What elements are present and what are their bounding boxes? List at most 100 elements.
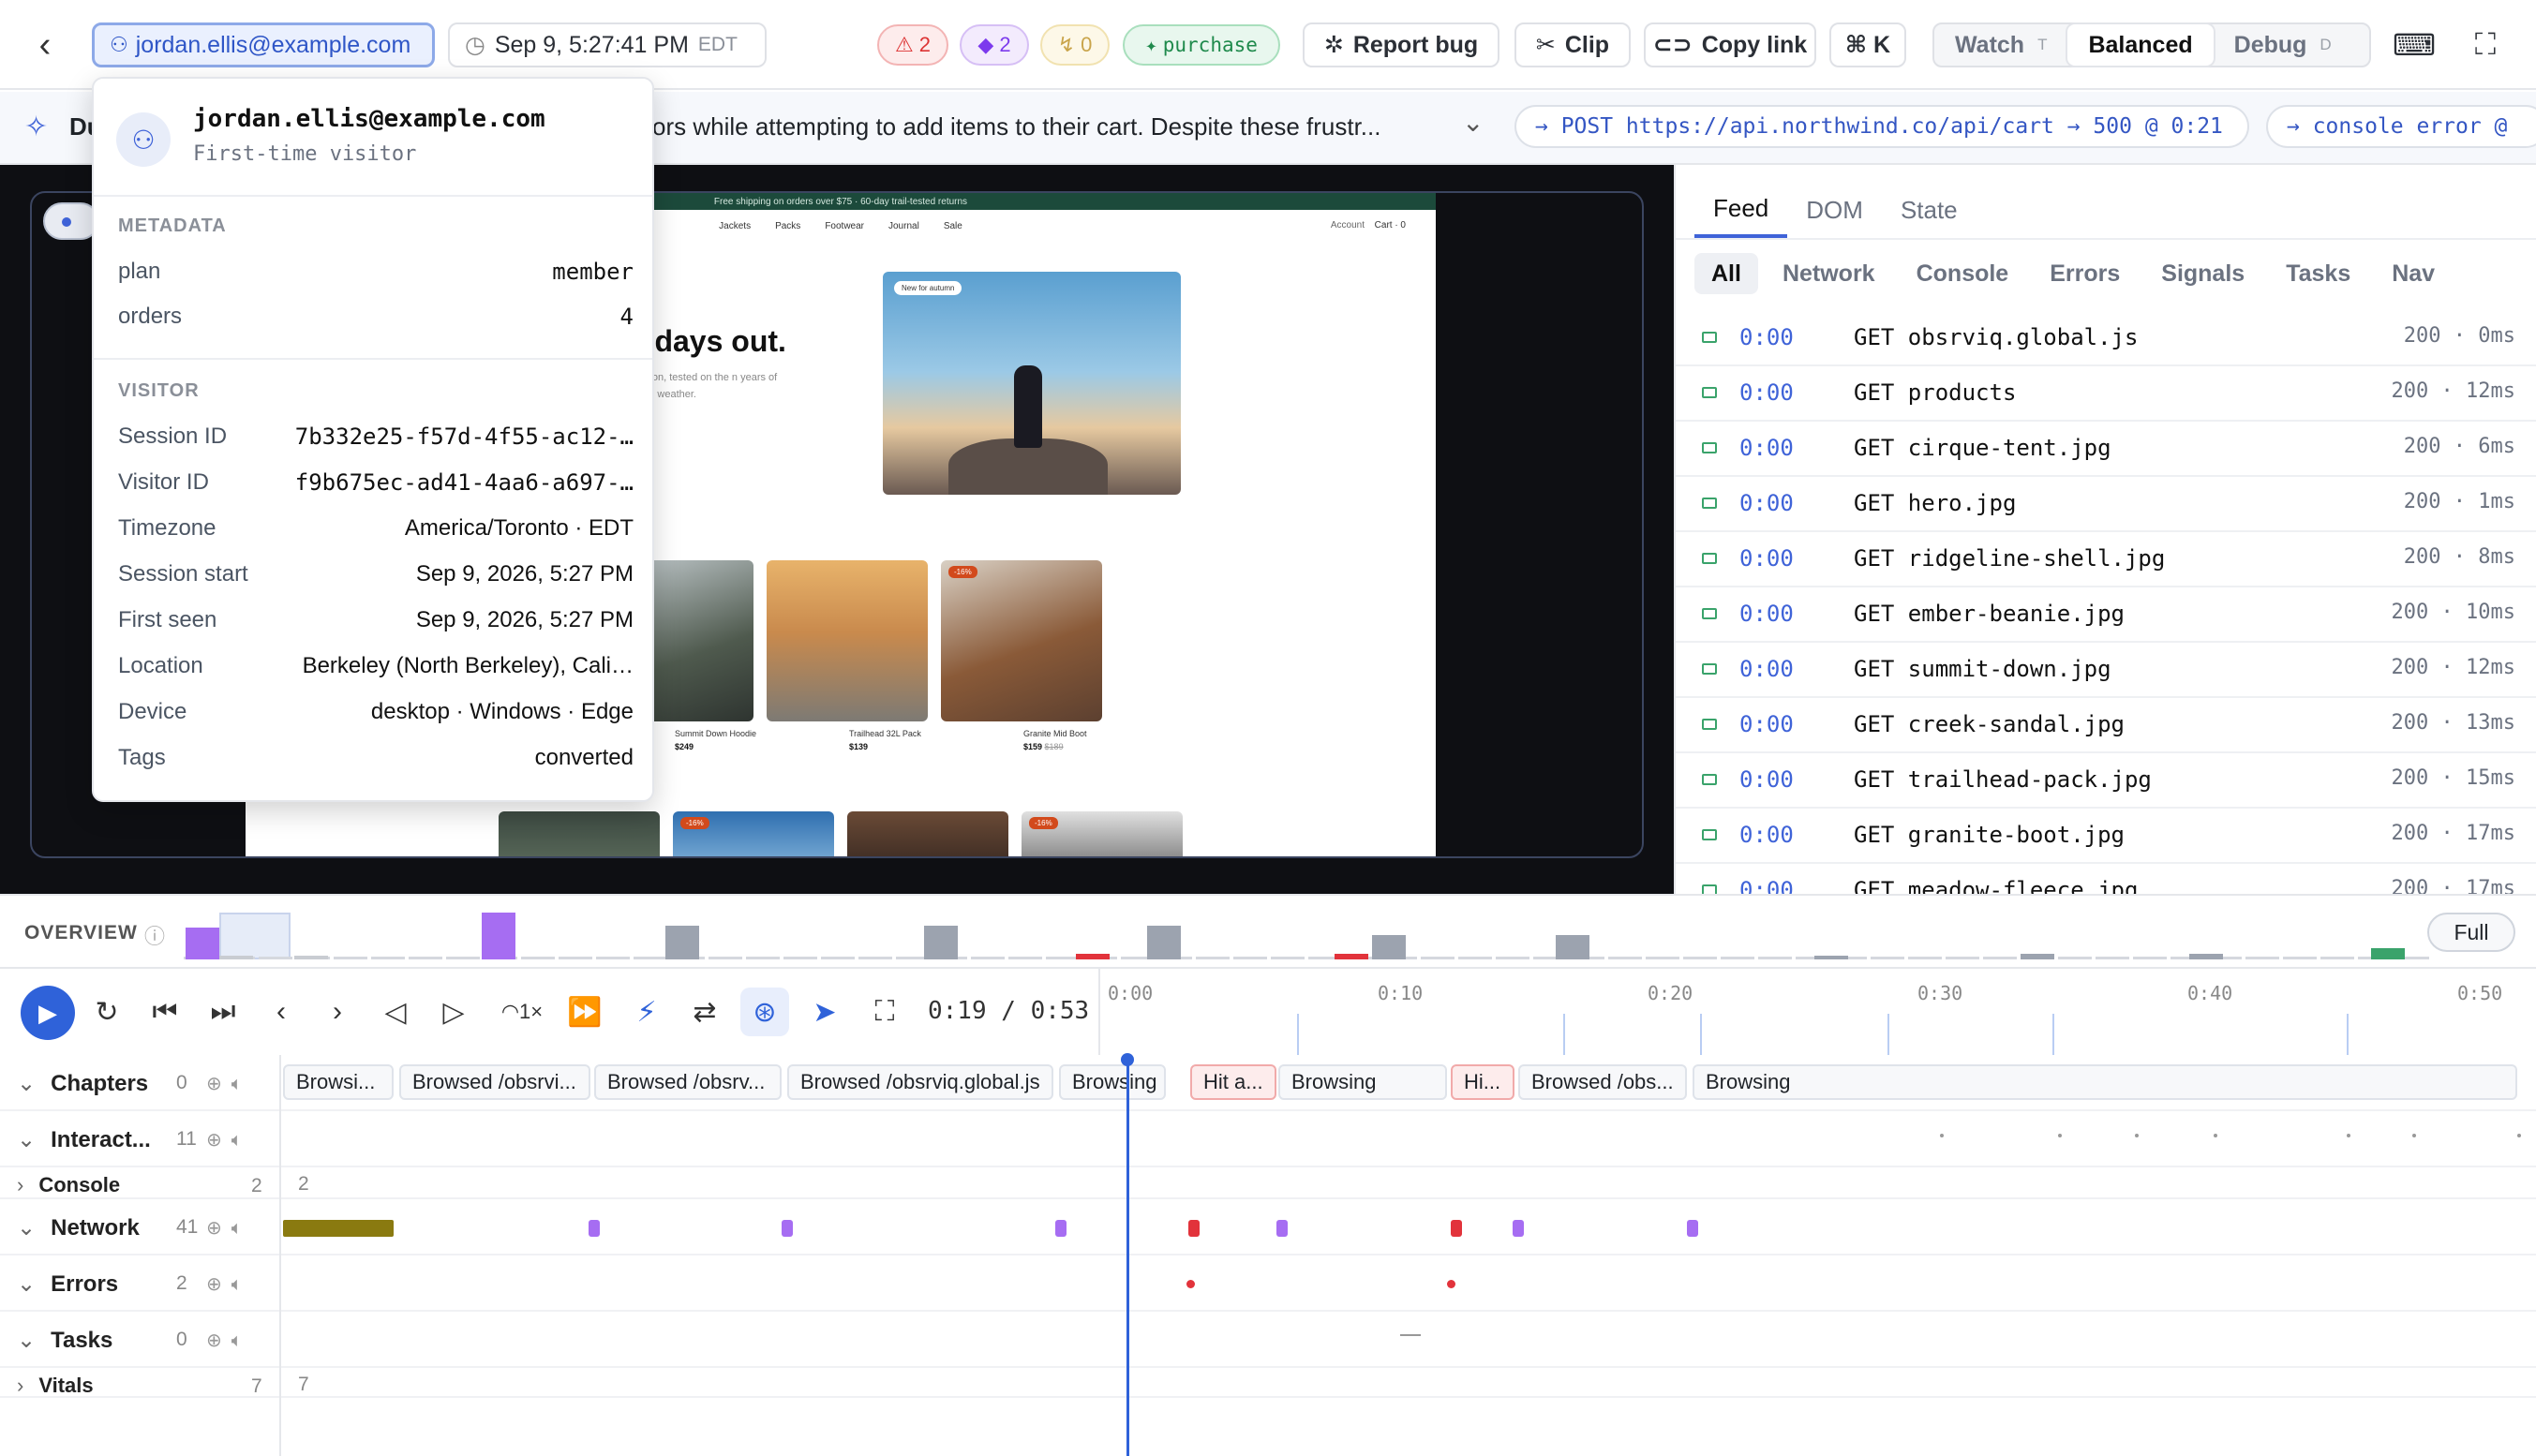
interaction-dot[interactable] (2517, 1134, 2521, 1137)
keyboard-shortcuts-button[interactable]: ⌨ (2386, 22, 2442, 67)
filter-network[interactable]: Network (1766, 253, 1892, 294)
chapter-segment[interactable]: Hi... (1451, 1064, 1514, 1100)
fit-viewport-button[interactable]: ⛶ (860, 988, 909, 1036)
follow-events-toggle[interactable]: ⊛ (740, 988, 789, 1036)
cursor-toggle[interactable]: ➤ (800, 988, 849, 1036)
network-mark[interactable] (1687, 1220, 1698, 1237)
sound-icon[interactable]: 🔈︎ (231, 1218, 252, 1239)
feed-row[interactable]: 0:00 GET products 200 · 12ms (1676, 366, 2536, 422)
filter-nav[interactable]: Nav (2375, 253, 2452, 294)
playhead-handle[interactable] (1121, 1053, 1134, 1066)
overview-selection[interactable] (219, 913, 291, 959)
skip-inactivity-toggle[interactable]: ⚡ (622, 988, 671, 1036)
feed-row[interactable]: 0:00 GET hero.jpg 200 · 1ms (1676, 477, 2536, 532)
sound-icon[interactable]: 🔈︎ (231, 1274, 252, 1295)
feed-row[interactable]: 0:00 GET ember-beanie.jpg 200 · 10ms (1676, 587, 2536, 643)
add-icon[interactable]: ⊕ (206, 1074, 231, 1094)
time-ruler[interactable]: 0:00 0:10 0:20 0:30 0:40 0:50 (1098, 969, 2536, 1055)
clip-button[interactable]: ✂ Clip (1514, 22, 1631, 67)
track-label[interactable]: ⌄ Interact... (17, 1126, 151, 1153)
chevron-down-icon[interactable]: ⌄ (17, 1215, 36, 1241)
prev-event-button[interactable]: ‹ (257, 988, 306, 1036)
track-label[interactable]: ⌄ Network (17, 1214, 140, 1241)
loop-toggle[interactable]: ⇄ (680, 988, 729, 1036)
network-error-mark[interactable] (1188, 1220, 1200, 1237)
add-icon[interactable]: ⊕ (206, 1218, 231, 1239)
chapter-segment[interactable]: Browsed /obsrviq.global.js (787, 1064, 1053, 1100)
chevron-down-icon[interactable]: ⌄ (17, 1071, 36, 1096)
chevron-down-icon[interactable]: ⌄ (1462, 107, 1484, 138)
track-actions[interactable]: ⊕🔈︎ (206, 1072, 252, 1095)
filter-tasks[interactable]: Tasks (2269, 253, 2367, 294)
report-bug-button[interactable]: ✲ Report bug (1303, 22, 1499, 67)
filter-errors[interactable]: Errors (2033, 253, 2137, 294)
track-actions[interactable]: ⊕🔈︎ (206, 1128, 252, 1151)
sound-icon[interactable]: 🔈︎ (231, 1130, 252, 1151)
add-icon[interactable]: ⊕ (206, 1330, 231, 1351)
feed-row[interactable]: 0:00 GET obsrviq.global.js 200 · 0ms (1676, 311, 2536, 366)
tab-dom[interactable]: DOM (1787, 182, 1882, 238)
chapter-segment[interactable]: Browsed /obsrvi... (399, 1064, 590, 1100)
chapter-segment[interactable]: Browsing (1278, 1064, 1447, 1100)
chapter-segment[interactable]: Browsing (1059, 1064, 1166, 1100)
sound-icon[interactable]: 🔈︎ (231, 1330, 252, 1351)
interaction-dot[interactable] (2058, 1134, 2062, 1137)
network-mark[interactable] (1513, 1220, 1524, 1237)
network-waterfall-bar[interactable] (283, 1220, 394, 1237)
interaction-dot[interactable] (2135, 1134, 2139, 1137)
network-mark[interactable] (589, 1220, 600, 1237)
network-mark[interactable] (782, 1220, 793, 1237)
fast-forward-button[interactable]: ⏩ (560, 988, 609, 1036)
chapter-segment[interactable]: Browsed /obsrv... (594, 1064, 782, 1100)
info-icon[interactable]: ⓘ (144, 920, 165, 950)
track-actions[interactable]: ⊕🔈︎ (206, 1216, 252, 1240)
filter-console[interactable]: Console (1900, 253, 2026, 294)
play-button[interactable]: ▶ (21, 986, 75, 1040)
fullscreen-button[interactable]: ⛶ (2457, 22, 2514, 67)
user-chip[interactable]: ⚇ jordan.ellis@example.com (92, 22, 435, 67)
step-back-button[interactable]: ◁ (371, 988, 420, 1036)
copy-link-button[interactable]: ⊂⊃ Copy link (1644, 22, 1816, 67)
error-dot[interactable] (1447, 1280, 1455, 1288)
filter-signals[interactable]: Signals (2144, 253, 2261, 294)
speed-button[interactable]: ◠ 1× (493, 988, 551, 1036)
task-mark[interactable] (1400, 1334, 1421, 1336)
feed-row[interactable]: 0:00 GET creek-sandal.jpg 200 · 13ms (1676, 698, 2536, 753)
feed-row[interactable]: 0:00 GET granite-boot.jpg 200 · 17ms (1676, 809, 2536, 864)
mode-watch[interactable]: Watch T (1934, 24, 2067, 66)
chevron-down-icon[interactable]: ⌄ (17, 1271, 36, 1297)
session-time-chip[interactable]: ◷ Sep 9, 5:27:41 PM EDT (448, 22, 767, 67)
next-event-button[interactable]: › (313, 988, 362, 1036)
track-actions[interactable]: ⊕🔈︎ (206, 1329, 252, 1352)
chevron-down-icon[interactable]: ⌄ (17, 1127, 36, 1152)
interaction-dot[interactable] (2412, 1134, 2416, 1137)
track-label[interactable]: ⌄ Tasks (17, 1327, 112, 1354)
add-icon[interactable]: ⊕ (206, 1130, 231, 1151)
restart-button[interactable]: ↻ (82, 988, 131, 1036)
track-label[interactable]: ⌄ Chapters (17, 1070, 148, 1097)
step-forward-button[interactable]: ▷ (429, 988, 478, 1036)
tasks-pill[interactable]: ↯ 0 (1040, 24, 1110, 66)
back-button[interactable]: ‹ (19, 24, 71, 66)
chapter-segment[interactable]: Browsed /obs... (1518, 1064, 1687, 1100)
chapter-segment[interactable]: Hit a... (1190, 1064, 1276, 1100)
mode-balanced[interactable]: Balanced (2067, 24, 2214, 66)
track-label[interactable]: › Vitals (17, 1374, 94, 1398)
skip-end-button[interactable]: ⏭ (199, 988, 247, 1036)
feed-row[interactable]: 0:00 GET cirque-tent.jpg 200 · 6ms (1676, 422, 2536, 477)
chevron-right-icon[interactable]: › (17, 1173, 23, 1196)
mode-debug[interactable]: Debug D (2214, 24, 2352, 66)
network-error-mark[interactable] (1451, 1220, 1462, 1237)
sound-icon[interactable]: 🔈︎ (231, 1074, 252, 1094)
interaction-dot[interactable] (2214, 1134, 2217, 1137)
signals-pill[interactable]: ◆ 2 (960, 24, 1029, 66)
feed-row[interactable]: 0:00 GET summit-down.jpg 200 · 12ms (1676, 643, 2536, 698)
playhead[interactable] (1126, 1055, 1129, 1456)
event-pill[interactable]: → console error @ (2266, 105, 2536, 148)
feed-row[interactable]: 0:00 GET trailhead-pack.jpg 200 · 15ms (1676, 753, 2536, 809)
chevron-down-icon[interactable]: ⌄ (17, 1328, 36, 1353)
error-dot[interactable] (1186, 1280, 1195, 1288)
goal-pill[interactable]: ✦ purchase (1123, 24, 1280, 66)
add-icon[interactable]: ⊕ (206, 1274, 231, 1295)
track-actions[interactable]: ⊕🔈︎ (206, 1272, 252, 1296)
